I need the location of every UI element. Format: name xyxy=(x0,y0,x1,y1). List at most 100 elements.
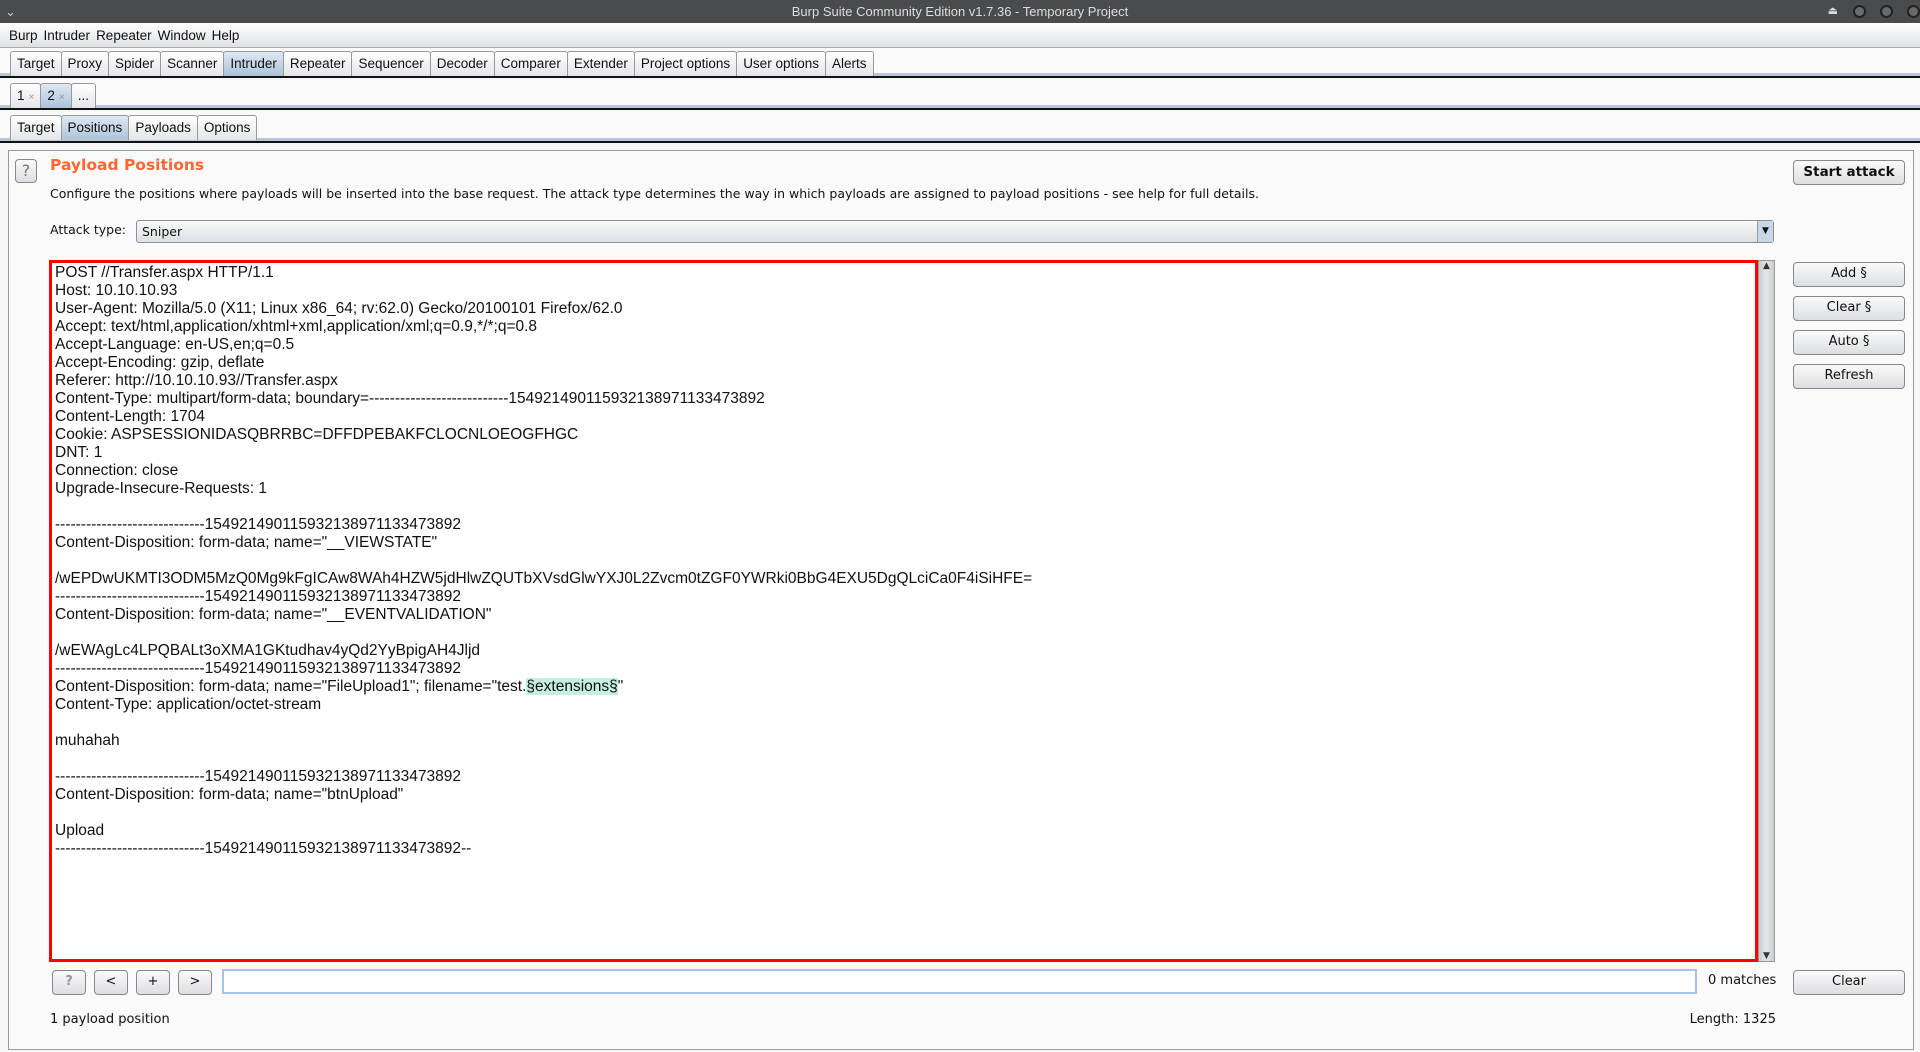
menu-burp[interactable]: Burp xyxy=(9,28,38,43)
search-options-button[interactable]: + xyxy=(136,970,170,995)
attack-tab-3[interactable]: ... xyxy=(70,83,96,108)
tab-project-options[interactable]: Project options xyxy=(633,51,738,76)
tab-comparer[interactable]: Comparer xyxy=(493,51,568,76)
menu-help[interactable]: Help xyxy=(212,28,240,43)
request-line: -----------------------------15492149011… xyxy=(55,840,472,857)
attack-type-select[interactable]: Sniper ▼ xyxy=(136,220,1774,243)
attack-tab-label: ... xyxy=(77,88,89,103)
request-line: Content-Disposition: form-data; name="bt… xyxy=(55,786,404,803)
scroll-down-icon[interactable]: ▼ xyxy=(1759,951,1774,961)
request-line: muhahah xyxy=(55,732,120,749)
close-tab-icon[interactable]: × xyxy=(29,92,35,103)
subtab-target[interactable]: Target xyxy=(10,115,62,140)
tab-target[interactable]: Target xyxy=(10,51,62,76)
request-line: Connection: close xyxy=(55,462,179,479)
request-line: -----------------------------15492149011… xyxy=(55,660,461,677)
request-line: /wEWAgLc4LPQBALt3oXMA1GKtudhav4yQd2YyBpi… xyxy=(55,642,481,659)
request-line xyxy=(55,624,1755,642)
tab-intruder[interactable]: Intruder xyxy=(223,51,284,76)
request-line: -----------------------------15492149011… xyxy=(55,588,461,605)
close-icon[interactable] xyxy=(1907,5,1920,18)
request-line: Upload xyxy=(55,822,105,839)
tab-proxy[interactable]: Proxy xyxy=(60,51,110,76)
request-line: Host: 10.10.10.93 xyxy=(55,282,178,299)
request-line: Accept: text/html,application/xhtml+xml,… xyxy=(55,318,538,335)
search-next-button[interactable]: > xyxy=(178,970,212,995)
close-tab-icon[interactable]: × xyxy=(59,92,65,103)
maximize-icon[interactable] xyxy=(1880,5,1893,18)
clear-search-button[interactable]: Clear xyxy=(1793,970,1905,995)
request-line: User-Agent: Mozilla/5.0 (X11; Linux x86_… xyxy=(55,300,623,317)
main-tabs: Target Proxy Spider Scanner Intruder Repeater… xyxy=(0,48,1920,78)
title-bar: ⌄ Burp Suite Community Edition v1.7.36 -… xyxy=(0,0,1920,23)
request-line: Upgrade-Insecure-Requests: 1 xyxy=(55,480,267,497)
tab-decoder[interactable]: Decoder xyxy=(429,51,495,76)
tab-sequencer[interactable]: Sequencer xyxy=(351,51,431,76)
attack-tab-2[interactable]: 2 × xyxy=(40,83,72,108)
menu-window[interactable]: Window xyxy=(158,28,206,43)
request-editor[interactable]: POST //Transfer.aspx HTTP/1.1 Host: 10.10… xyxy=(49,260,1758,962)
payload-position-count: 1 payload position xyxy=(50,1012,170,1027)
tab-spider[interactable]: Spider xyxy=(108,51,162,76)
request-line: Content-Type: application/octet-stream xyxy=(55,696,322,713)
attack-tab-1[interactable]: 1 × xyxy=(10,83,42,108)
request-line: Referer: http://10.10.10.93//Transfer.as… xyxy=(55,372,338,389)
search-previous-button[interactable]: < xyxy=(94,970,128,995)
menu-bar: Burp Intruder Repeater Window Help xyxy=(0,23,1920,48)
payload-marker[interactable]: §extensions§ xyxy=(526,678,618,695)
request-line: /wEPDwUKMTI3ODM5MzQ0Mg9kFgICAw8WAh4HZW5j… xyxy=(55,570,1033,587)
request-line: -----------------------------15492149011… xyxy=(55,768,461,785)
window-title: Burp Suite Community Edition v1.7.36 - T… xyxy=(791,4,1129,19)
tab-scanner[interactable]: Scanner xyxy=(160,51,225,76)
subtab-options[interactable]: Options xyxy=(196,115,258,140)
tab-extender[interactable]: Extender xyxy=(566,51,635,76)
search-help-button[interactable]: ? xyxy=(52,970,86,995)
match-count: 0 matches xyxy=(1708,973,1777,988)
attack-type-label: Attack type: xyxy=(50,222,127,237)
menu-repeater[interactable]: Repeater xyxy=(96,28,152,43)
attack-type-value: Sniper xyxy=(142,224,183,239)
panel-description: Configure the positions where payloads w… xyxy=(50,186,1259,201)
request-line: Accept-Language: en-US,en;q=0.5 xyxy=(55,336,295,353)
request-line xyxy=(55,552,1755,570)
request-line: Accept-Encoding: gzip, deflate xyxy=(55,354,265,371)
attack-tabs: 1 × 2 ×... xyxy=(0,80,1920,110)
help-button[interactable]: ? xyxy=(15,159,37,183)
minimize-icon[interactable] xyxy=(1853,5,1866,18)
request-line xyxy=(55,750,1755,768)
request-line: POST //Transfer.aspx HTTP/1.1 xyxy=(55,264,274,281)
subtab-positions[interactable]: Positions xyxy=(60,115,130,140)
start-attack-button[interactable]: Start attack xyxy=(1793,160,1905,185)
request-line: -----------------------------15492149011… xyxy=(55,516,461,533)
sub-tabs: Target Positions Payloads Options xyxy=(0,112,1920,143)
scroll-up-icon[interactable]: ▲ xyxy=(1759,261,1774,271)
request-line xyxy=(55,498,1755,516)
request-length: Length: 1325 xyxy=(1689,1012,1776,1027)
subtab-payloads[interactable]: Payloads xyxy=(128,115,198,140)
tab-repeater[interactable]: Repeater xyxy=(282,51,353,76)
attack-tab-label: 2 xyxy=(47,88,55,103)
attack-tab-label: 1 xyxy=(17,88,25,103)
editor-scrollbar[interactable]: ▲ ▼ xyxy=(1758,260,1775,962)
request-line: Content-Disposition: form-data; name="__… xyxy=(55,534,438,551)
window-menu-chevron-icon[interactable]: ⌄ xyxy=(5,0,16,23)
request-text: " xyxy=(617,678,624,695)
request-text: Content-Disposition: form-data; name="Fi… xyxy=(55,678,527,695)
tab-user-options[interactable]: User options xyxy=(736,51,826,76)
menu-intruder[interactable]: Intruder xyxy=(44,28,91,43)
tab-alerts[interactable]: Alerts xyxy=(824,51,874,76)
chevron-down-icon: ▼ xyxy=(1757,221,1773,242)
add-marker-button[interactable]: Add § xyxy=(1793,262,1905,287)
auto-markers-button[interactable]: Auto § xyxy=(1793,330,1905,355)
request-line: Content-Disposition: form-data; name="__… xyxy=(55,606,492,623)
request-line: Cookie: ASPSESSIONIDASQBRRBC=DFFDPEBAKFC… xyxy=(55,426,579,443)
search-input[interactable] xyxy=(222,969,1697,994)
eject-icon[interactable]: ⏏ xyxy=(1828,0,1838,23)
panel-title: Payload Positions xyxy=(50,156,205,174)
request-line xyxy=(55,804,1755,822)
clear-markers-button[interactable]: Clear § xyxy=(1793,296,1905,321)
request-line: Content-Length: 1704 xyxy=(55,408,205,425)
refresh-button[interactable]: Refresh xyxy=(1793,364,1905,389)
request-line xyxy=(55,714,1755,732)
request-line: Content-Disposition: form-data; name="Fi… xyxy=(55,678,1755,696)
